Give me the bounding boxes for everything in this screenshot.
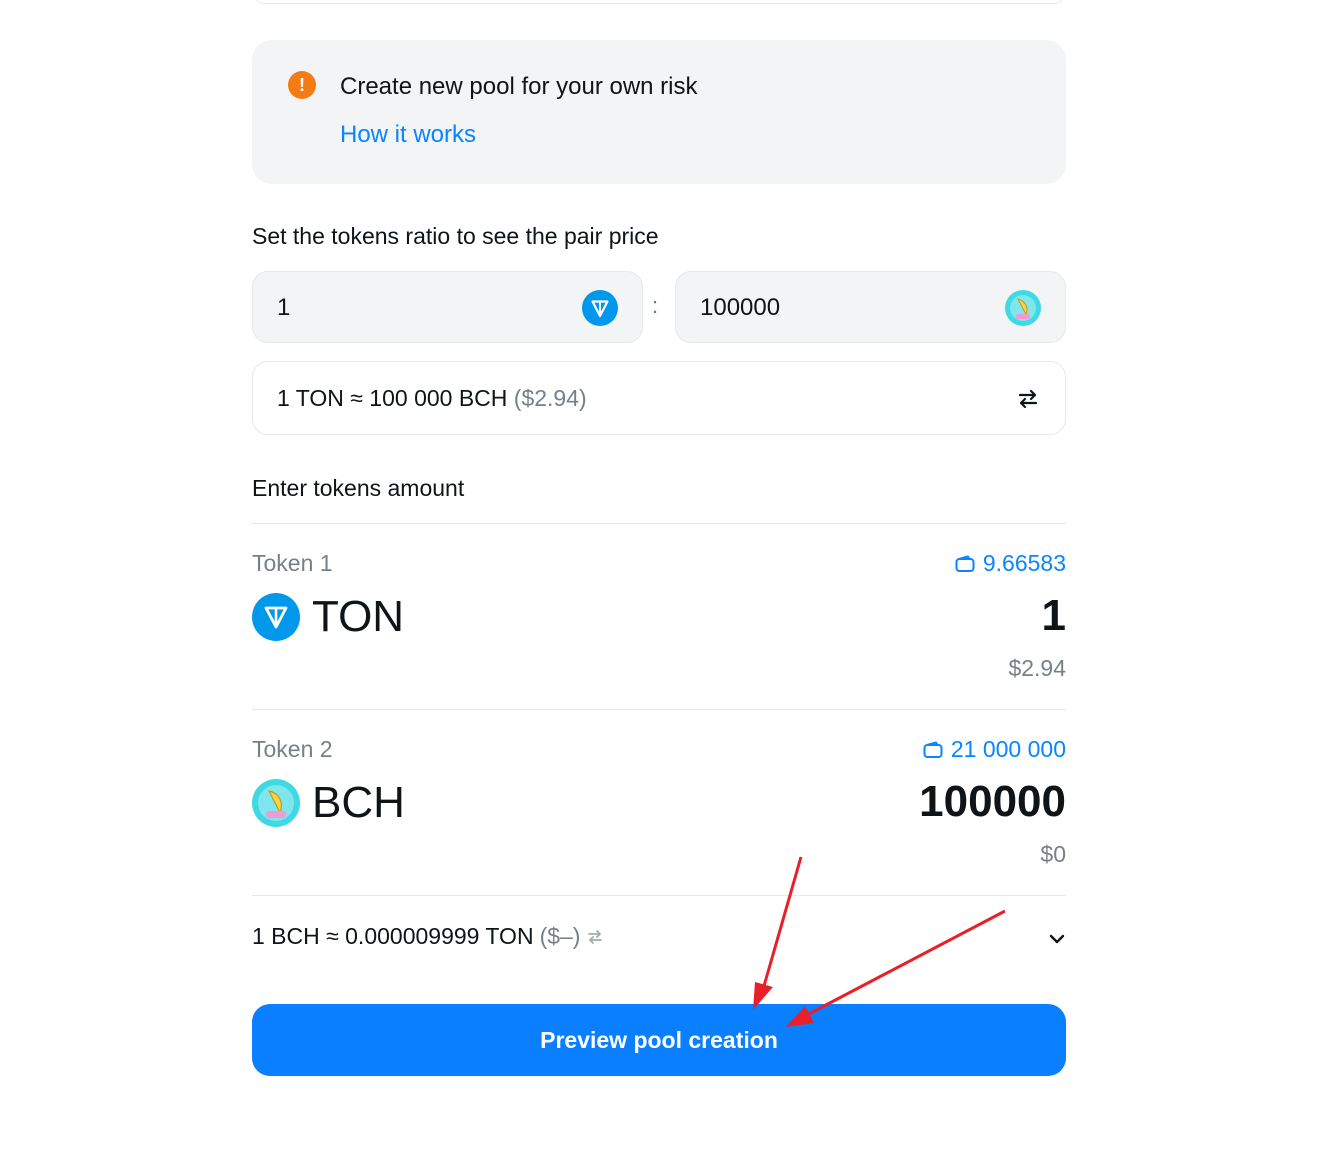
exchange-rate-row[interactable]: 1 BCH ≈ 0.000009999 TON ($–): [252, 923, 604, 950]
divider: [252, 709, 1066, 710]
token2-label: Token 2: [252, 736, 333, 762]
token2-balance-value: 21 000 000: [950, 736, 1066, 762]
token2-amount-input[interactable]: 100000: [919, 777, 1066, 827]
token2-symbol: BCH: [312, 778, 405, 827]
chevron-down-icon[interactable]: [1046, 928, 1068, 950]
token2-usd-value: $0: [1040, 841, 1066, 867]
token1-amount-input[interactable]: 1: [1042, 591, 1066, 641]
pair-price-usd: ($2.94): [513, 385, 587, 411]
ratio-separator: :: [652, 293, 659, 318]
token1-selector[interactable]: TON: [252, 592, 404, 642]
risk-warning-card: ! Create new pool for your own risk How …: [252, 40, 1066, 184]
token2-selector[interactable]: BCH: [252, 778, 405, 828]
banana-tool-logo-icon: [252, 779, 300, 827]
divider: [252, 523, 1066, 524]
wallet-icon: [955, 555, 975, 572]
exclamation-icon: !: [288, 71, 316, 99]
wallet-icon: [923, 741, 943, 758]
banana-tool-logo-icon: [1005, 290, 1041, 326]
ton-logo-icon: [582, 290, 618, 326]
risk-warning-text: Create new pool for your own risk: [340, 73, 698, 100]
annotation-arrow: [753, 856, 803, 1010]
ton-logo-icon: [252, 593, 300, 641]
swap-arrows-icon[interactable]: [1015, 386, 1041, 412]
token1-balance-value: 9.66583: [982, 550, 1066, 576]
amount-section-title: Enter tokens amount: [252, 475, 465, 501]
preview-pool-creation-button[interactable]: Preview pool creation: [252, 1004, 1066, 1076]
ratio-left-input[interactable]: 1: [252, 271, 643, 343]
ratio-right-value: 100000: [700, 294, 781, 321]
how-it-works-link[interactable]: How it works: [340, 121, 476, 149]
token1-usd-value: $2.94: [1008, 655, 1066, 681]
exchange-rate-usd: ($–): [539, 923, 581, 949]
previous-card-edge: [252, 0, 1066, 4]
token1-label: Token 1: [252, 550, 333, 576]
token2-balance[interactable]: 21 000 000: [923, 736, 1066, 763]
pair-price-box: 1 TON ≈ 100 000 BCH ($2.94): [252, 361, 1066, 435]
pair-price-text: 1 TON ≈ 100 000 BCH: [277, 385, 508, 411]
exchange-rate-text: 1 BCH ≈ 0.000009999 TON: [252, 923, 534, 949]
ratio-right-input[interactable]: 100000: [675, 271, 1066, 343]
divider: [252, 895, 1066, 896]
ratio-section-title: Set the tokens ratio to see the pair pri…: [252, 223, 659, 249]
token1-symbol: TON: [312, 592, 405, 641]
ratio-left-value: 1: [277, 294, 291, 321]
swap-arrows-icon[interactable]: [586, 928, 604, 946]
token1-balance[interactable]: 9.66583: [955, 550, 1066, 577]
